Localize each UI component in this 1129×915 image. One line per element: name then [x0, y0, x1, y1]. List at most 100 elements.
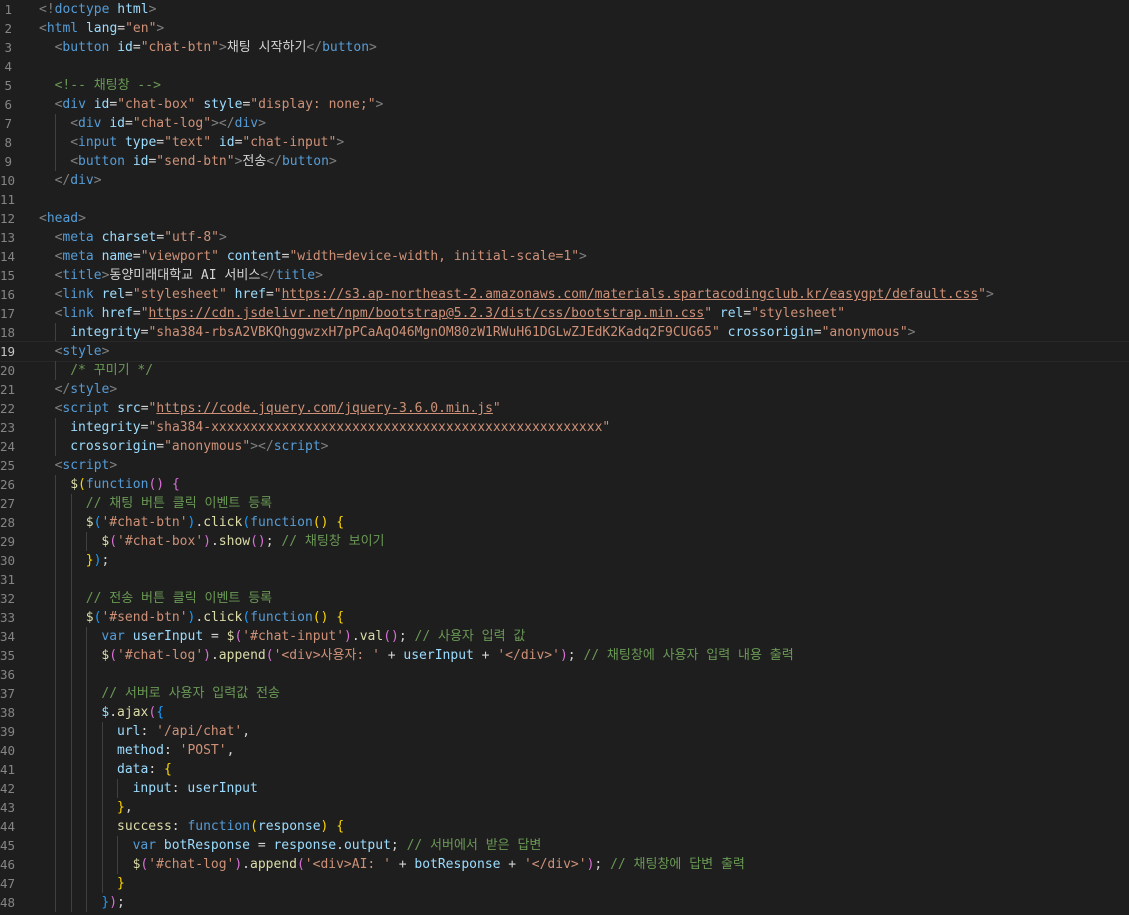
code-token: :: [163, 743, 180, 758]
code-line[interactable]: 28 $('#chat-btn').click(function() {: [0, 513, 1129, 532]
code-line[interactable]: 33 $('#send-btn').click(function() {: [0, 608, 1129, 627]
code-token: (: [242, 515, 251, 530]
code-token: ": [492, 401, 501, 416]
code-line[interactable]: 10 </div>: [0, 171, 1129, 190]
code-line[interactable]: 14 <meta name="viewport" content="width=d…: [0, 247, 1129, 266]
code-line[interactable]: 41 data: {: [0, 760, 1129, 779]
indent-guide: [86, 893, 88, 912]
code-line[interactable]: 18 integrity = "sha384-rbsA2VBKQhggwzxH7pPC…: [0, 323, 1129, 342]
code-line[interactable]: 34 var userInput = $('#chat-input').val()…: [0, 627, 1129, 646]
code-line[interactable]: 12 <head>: [0, 209, 1129, 228]
line-number: 14: [0, 249, 16, 264]
indent-guide: [55, 437, 56, 456]
code-line[interactable]: 4: [0, 57, 1129, 76]
code-token: // 전송 버튼 클릭 이벤트 등록: [85, 591, 273, 606]
code-text: $('#send-btn').click(function() {: [86, 608, 344, 627]
code-line[interactable]: 19 <style>: [0, 341, 1129, 362]
code-line[interactable]: 27 // 채팅 버튼 클릭 이벤트 등록: [0, 494, 1129, 513]
code-token: '#chat-log': [117, 648, 204, 663]
code-line[interactable]: 38 $.ajax({: [0, 703, 1129, 722]
code-line[interactable]: 1 <!doctype html>: [0, 0, 1129, 19]
code-text: <meta name="viewport" content="width=dev…: [55, 247, 587, 266]
code-text: <button id="send-btn">전송</button>: [70, 152, 337, 171]
indent-guide: [55, 665, 56, 684]
indent-guide: [117, 855, 119, 874]
indent-guide: [55, 817, 56, 836]
indent-guide: [70, 893, 72, 912]
code-editor[interactable]: 1 <!doctype html> 2 <html lang="en"> 3 <butto…: [0, 0, 1129, 915]
code-token: response: [257, 819, 321, 834]
code-token: // 채팅창에 사용자 입력 내용 출력: [583, 648, 794, 663]
code-token: integrity: [70, 325, 141, 340]
code-line[interactable]: 9 <button id="send-btn">전송</button>: [0, 152, 1129, 171]
code-token: "chat-input": [242, 135, 337, 150]
code-line[interactable]: 39 url: '/api/chat',: [0, 722, 1129, 741]
code-line[interactable]: 24 crossorigin="anonymous"></script>: [0, 437, 1129, 456]
code-token: <: [70, 154, 79, 169]
code-line[interactable]: 20 /* 꾸미기 */: [0, 361, 1129, 380]
code-line[interactable]: 11: [0, 190, 1129, 209]
code-token: ": [273, 287, 282, 302]
code-line[interactable]: 45 var botResponse = response.output; // …: [0, 836, 1129, 855]
code-text: data: {: [117, 760, 172, 779]
code-token: .: [109, 705, 118, 720]
code-line[interactable]: 30});: [0, 551, 1129, 570]
code-lines[interactable]: 1 <!doctype html> 2 <html lang="en"> 3 <butto…: [0, 0, 1129, 912]
code-token: function: [250, 610, 313, 625]
code-line[interactable]: 48});: [0, 893, 1129, 912]
code-token: '/api/chat': [156, 724, 243, 739]
code-line[interactable]: 35 $('#chat-log').append('<div>사용자: ' + u…: [0, 646, 1129, 665]
code-line[interactable]: 40 method: 'POST',: [0, 741, 1129, 760]
line-number: 8: [4, 135, 12, 150]
code-line[interactable]: 31: [0, 570, 1129, 589]
code-line[interactable]: 25 <script>: [0, 456, 1129, 475]
line-number: 30: [0, 553, 16, 568]
code-line[interactable]: 2 <html lang="en">: [0, 19, 1129, 38]
code-token: meta: [62, 230, 94, 245]
code-line[interactable]: 7 <div id="chat-log"></div>: [0, 114, 1129, 133]
code-line[interactable]: 22 <script src="https://code.jquery.com/j…: [0, 399, 1129, 418]
code-line[interactable]: 3 <button id="chat-btn">채팅 시작하기</button>: [0, 38, 1129, 57]
code-line[interactable]: 44 success: function(response) {: [0, 817, 1129, 836]
indent-guide: [86, 665, 88, 684]
code-line[interactable]: 42 input: userInput: [0, 779, 1129, 798]
code-line[interactable]: 17 <link href="https://cdn.jsdelivr.net/n…: [0, 304, 1129, 323]
code-line[interactable]: 6 <div id="chat-box" style="display: none…: [0, 95, 1129, 114]
code-token: :: [171, 781, 188, 796]
code-line[interactable]: 37 // 서버로 사용자 입력값 전송: [0, 684, 1129, 703]
code-line[interactable]: 47}: [0, 874, 1129, 893]
code-line[interactable]: 36: [0, 665, 1129, 684]
code-token: title: [62, 268, 102, 283]
code-token: url: [117, 724, 141, 739]
code-line[interactable]: 13 <meta charset="utf-8">: [0, 228, 1129, 247]
indent-guide: [55, 836, 56, 855]
code-line[interactable]: 26 $(function() {: [0, 475, 1129, 494]
line-number: 16: [0, 287, 16, 302]
code-token: ></: [250, 439, 274, 454]
indent-guide: [55, 114, 56, 133]
code-token: script: [62, 401, 110, 416]
code-line[interactable]: 21 </style>: [0, 380, 1129, 399]
code-line[interactable]: 32 // 전송 버튼 클릭 이벤트 등록: [0, 589, 1129, 608]
code-token: =: [125, 287, 133, 302]
code-token: $: [85, 610, 94, 625]
code-line[interactable]: 46 $('#chat-log').append('<div>AI: ' + bo…: [0, 855, 1129, 874]
code-token: var: [101, 629, 125, 644]
code-line[interactable]: 29 $('#chat-box').show(); // 채팅창 보이기: [0, 532, 1129, 551]
line-number: 46: [0, 857, 16, 872]
code-line[interactable]: 16 <link rel="stylesheet" href="https://s…: [0, 285, 1129, 304]
code-line[interactable]: 8 <input type="text" id="chat-input">: [0, 133, 1129, 152]
code-text: <style>: [55, 342, 110, 361]
code-line[interactable]: 5 <!-- 채팅창 -->: [0, 76, 1129, 95]
code-token: 'POST': [179, 743, 227, 758]
indent-guide: [70, 570, 72, 589]
code-token: function: [187, 819, 251, 834]
code-line[interactable]: 23 integrity="sha384-xxxxxxxxxxxxxxxxxxxx…: [0, 418, 1129, 437]
code-token: content: [226, 249, 282, 264]
code-line[interactable]: 43},: [0, 798, 1129, 817]
code-token: </: [54, 173, 71, 188]
code-line[interactable]: 15 <title>동양미래대학교 AI 서비스</title>: [0, 266, 1129, 285]
code-token: (): [383, 629, 399, 644]
code-token: +: [473, 648, 498, 663]
